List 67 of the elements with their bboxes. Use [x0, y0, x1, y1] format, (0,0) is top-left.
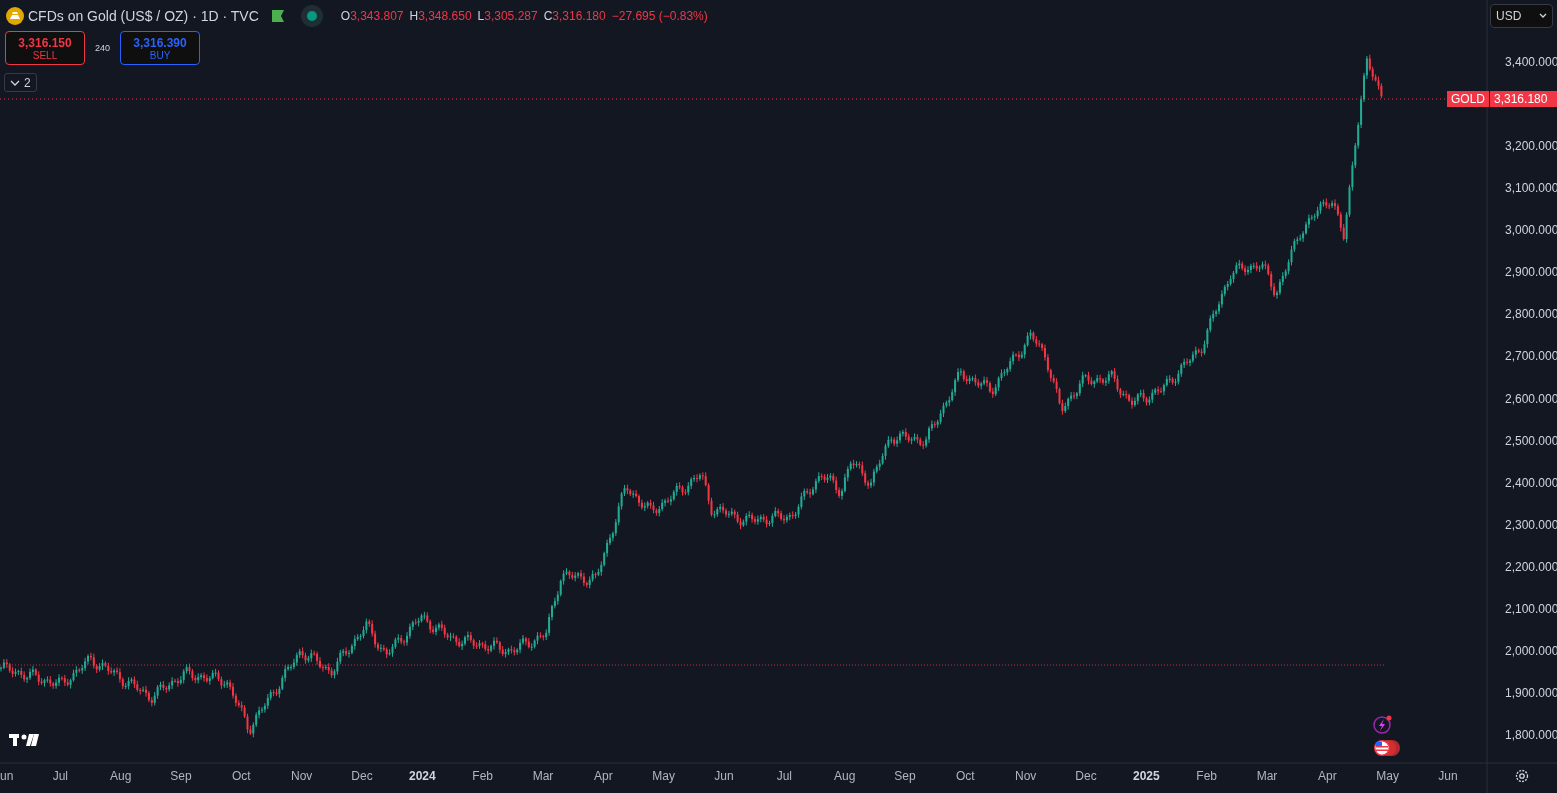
price-tick: 3,200.000: [1505, 139, 1557, 154]
time-tick: Jul: [52, 769, 68, 783]
symbol-title[interactable]: CFDs on Gold (US$ / OZ) · 1D · TVC: [28, 8, 259, 24]
time-tick: Aug: [110, 769, 132, 783]
spread-value: 240: [95, 43, 111, 53]
time-tick: Nov: [1015, 769, 1037, 783]
ohlc-value: 3,343.807: [350, 9, 404, 23]
time-tick: 2025: [1133, 769, 1160, 783]
ohlc-value: 3,316.180: [552, 9, 606, 23]
price-tick: 2,600.000: [1505, 391, 1557, 406]
time-tick: Dec: [1075, 769, 1097, 783]
price-tick: 3,400.000: [1505, 55, 1557, 69]
time-tick: Feb: [472, 769, 493, 783]
flag-icon[interactable]: [1374, 740, 1400, 756]
sell-button[interactable]: 3,316.150 SELL: [5, 31, 85, 65]
time-tick: Sep: [170, 769, 192, 783]
time-tick: Oct: [956, 769, 975, 783]
ohlc-label: C: [543, 9, 553, 23]
price-tick: 2,000.000: [1505, 643, 1557, 658]
price-change: −27.695 (−0.83%): [611, 9, 708, 23]
time-tick: Oct: [232, 769, 251, 783]
time-tick: Jun: [1438, 769, 1458, 783]
time-tick: May: [652, 769, 675, 783]
price-tick: 2,100.000: [1505, 601, 1557, 616]
flag-icon: [270, 9, 285, 23]
last-price-label: 3,316.180: [1490, 91, 1557, 107]
symbol-price-label: GOLD: [1447, 91, 1489, 107]
ohlc-value: 3,348.650: [418, 9, 472, 23]
price-tick: 3,100.000: [1505, 181, 1557, 196]
price-tick: 2,200.000: [1505, 559, 1557, 574]
time-tick: un: [0, 769, 14, 783]
price-tick: 2,400.000: [1505, 475, 1557, 490]
price-tick: 2,500.000: [1505, 433, 1557, 448]
price-tick: 2,800.000: [1505, 307, 1557, 322]
chevron-icon: [1539, 13, 1547, 19]
buy-button[interactable]: 3,316.390 BUY: [120, 31, 201, 65]
market-status-icon: [300, 5, 323, 27]
time-tick: Dec: [351, 769, 373, 783]
settings-icon[interactable]: [1515, 769, 1529, 783]
currency-dropdown[interactable]: USD: [1490, 4, 1553, 28]
time-tick: Jul: [776, 769, 792, 783]
price-tick: 2,300.000: [1505, 517, 1557, 532]
price-tick: 2,700.000: [1505, 349, 1557, 364]
ohlc-label: L: [477, 9, 485, 23]
time-tick: 2024: [409, 769, 436, 783]
lightning-icon[interactable]: [1373, 715, 1392, 734]
time-tick: Apr: [1318, 769, 1337, 783]
ohlc-value: 3,305.287: [484, 9, 538, 23]
time-tick: Nov: [291, 769, 313, 783]
time-tick: Sep: [894, 769, 916, 783]
time-tick: Aug: [834, 769, 856, 783]
time-tick: Mar: [532, 769, 554, 783]
time-tick: Jun: [714, 769, 734, 783]
time-tick: Apr: [594, 769, 613, 783]
ohlc-label: H: [409, 9, 419, 23]
coin-icon: [6, 7, 24, 25]
price-tick: 2,900.000: [1505, 265, 1557, 280]
time-tick: May: [1376, 769, 1399, 783]
indicators-toggle[interactable]: 2: [4, 73, 37, 92]
price-tick: 1,900.000: [1505, 685, 1557, 700]
ohlc-label: O: [340, 9, 351, 23]
price-tick: 1,800.000: [1505, 728, 1557, 742]
time-tick: Mar: [1256, 769, 1278, 783]
price-tick: 3,000.000: [1505, 223, 1557, 238]
logo-icon: [9, 734, 39, 746]
chevron-icon: [10, 78, 20, 87]
time-tick: Feb: [1196, 769, 1217, 783]
